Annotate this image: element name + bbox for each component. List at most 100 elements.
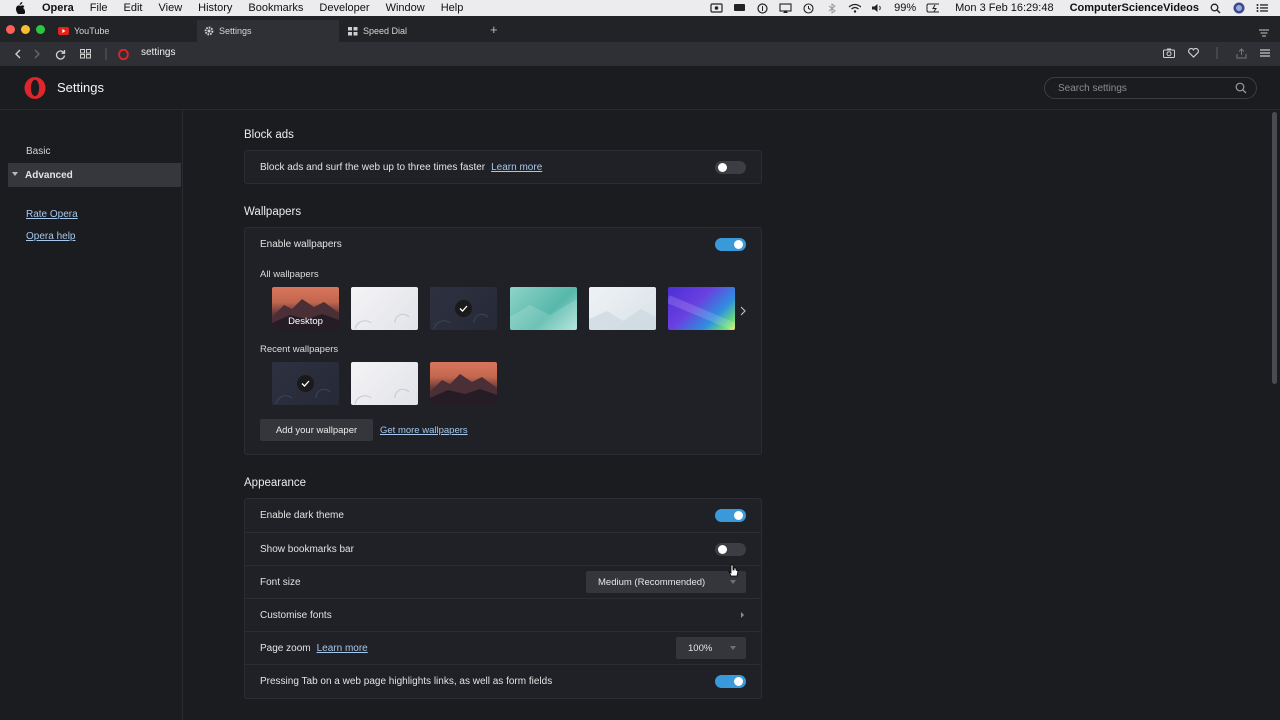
appearance-card: Enable dark theme Show bookmarks bar Fon… xyxy=(244,498,762,699)
menu-clock[interactable]: Mon 3 Feb 16:29:48 xyxy=(955,2,1053,14)
wallpapers-heading: Wallpapers xyxy=(244,206,302,218)
chevron-right-icon xyxy=(741,612,744,618)
close-window-icon[interactable] xyxy=(6,25,15,34)
battery-icon[interactable] xyxy=(926,3,940,14)
recent-wallpaper-desktop[interactable] xyxy=(430,362,497,405)
screen-record-icon[interactable] xyxy=(710,3,723,14)
address-bar: settings xyxy=(0,42,1280,66)
customise-fonts-row[interactable]: Customise fonts xyxy=(245,598,761,631)
search-settings-input[interactable]: Search settings xyxy=(1044,77,1257,99)
spotlight-search-icon[interactable] xyxy=(1209,3,1222,14)
menu-file[interactable]: File xyxy=(90,2,108,14)
recent-wallpaper-light[interactable] xyxy=(351,362,418,405)
bookmarks-bar-toggle[interactable] xyxy=(715,542,746,556)
zoom-window-icon[interactable] xyxy=(36,25,45,34)
bluetooth-icon[interactable] xyxy=(825,2,838,14)
mouse-cursor-icon xyxy=(728,564,740,583)
enable-wallpapers-row: Enable wallpapers xyxy=(245,228,761,261)
customise-fonts-label: Customise fonts xyxy=(260,609,332,621)
window-controls xyxy=(6,25,45,34)
block-ads-toggle[interactable] xyxy=(715,161,746,174)
tabs-grid-icon[interactable] xyxy=(77,46,93,62)
font-size-select[interactable]: Medium (Recommended) xyxy=(586,571,746,593)
settings-sidebar: Basic Advanced Rate Opera Opera help xyxy=(0,110,183,720)
page-zoom-value: 100% xyxy=(688,642,713,654)
sidebar-item-basic[interactable]: Basic xyxy=(26,146,50,157)
apple-icon[interactable] xyxy=(14,2,26,14)
recent-wallpaper-dark-selected[interactable] xyxy=(272,362,339,405)
airplay-icon[interactable] xyxy=(779,2,792,14)
sidebar-item-label: Advanced xyxy=(25,169,73,181)
tab-strip: YouTube Settings Speed Dial + xyxy=(0,16,1280,42)
message-icon[interactable] xyxy=(733,3,746,14)
reload-icon[interactable] xyxy=(52,46,68,62)
page-zoom-select[interactable]: 100% xyxy=(676,637,746,659)
wallpaper-thumbnail-gradient[interactable] xyxy=(668,287,735,330)
opera-site-icon xyxy=(115,46,131,62)
camera-snapshot-icon[interactable] xyxy=(1162,46,1176,60)
block-ads-row: Block ads and surf the web up to three t… xyxy=(245,151,761,184)
rate-opera-link[interactable]: Rate Opera xyxy=(26,209,78,220)
get-more-wallpapers-link[interactable]: Get more wallpapers xyxy=(380,425,468,436)
tab-highlight-toggle[interactable] xyxy=(715,674,746,688)
dark-theme-toggle[interactable] xyxy=(715,509,746,522)
chevron-right-icon[interactable] xyxy=(740,303,746,321)
wallpaper-thumbnail-light[interactable] xyxy=(351,287,418,330)
page-scrollbar[interactable] xyxy=(1272,112,1277,384)
menu-bookmarks[interactable]: Bookmarks xyxy=(248,2,303,14)
opera-help-link[interactable]: Opera help xyxy=(26,231,75,242)
page-zoom-row: Page zoom Learn more 100% xyxy=(245,631,761,664)
block-ads-card: Block ads and surf the web up to three t… xyxy=(244,150,762,184)
wifi-icon[interactable] xyxy=(848,3,862,14)
search-icon[interactable] xyxy=(1235,82,1247,94)
gear-icon xyxy=(203,26,214,36)
easy-setup-menu-icon[interactable] xyxy=(1258,46,1272,60)
menu-window[interactable]: Window xyxy=(386,2,425,14)
time-machine-icon[interactable] xyxy=(802,2,815,14)
tab-highlight-row: Pressing Tab on a web page highlights li… xyxy=(245,664,761,697)
wallpaper-thumbnail-desktop[interactable]: Desktop xyxy=(272,287,339,330)
tab-speed-dial[interactable]: Speed Dial xyxy=(341,20,485,42)
block-ads-learn-more-link[interactable]: Learn more xyxy=(491,162,542,173)
wallpaper-thumbnail-teal[interactable] xyxy=(510,287,577,330)
accessibility-icon[interactable] xyxy=(756,2,769,14)
enable-wallpapers-label: Enable wallpapers xyxy=(260,239,342,250)
menu-username[interactable]: ComputerScienceVideos xyxy=(1070,2,1199,14)
menu-developer[interactable]: Developer xyxy=(319,2,369,14)
back-icon[interactable] xyxy=(10,46,26,62)
address-url[interactable]: settings xyxy=(141,47,175,58)
notification-center-icon[interactable] xyxy=(1255,3,1268,14)
menu-view[interactable]: View xyxy=(159,2,183,14)
menu-edit[interactable]: Edit xyxy=(124,2,143,14)
forward-icon[interactable] xyxy=(29,46,45,62)
tab-label: YouTube xyxy=(74,26,110,36)
chevron-down-icon xyxy=(730,646,736,650)
page-zoom-label: Page zoom xyxy=(260,642,311,654)
new-tab-plus-icon[interactable]: + xyxy=(490,22,498,37)
share-icon[interactable] xyxy=(1234,46,1248,60)
tab-settings[interactable]: Settings xyxy=(197,20,339,42)
search-placeholder: Search settings xyxy=(1058,82,1127,94)
wallpaper-thumbnail-pale[interactable] xyxy=(589,287,656,330)
siri-icon[interactable] xyxy=(1232,2,1245,14)
block-ads-label: Block ads and surf the web up to three t… xyxy=(260,162,486,173)
bookmarks-bar-label: Show bookmarks bar xyxy=(260,543,354,555)
menu-app-name[interactable]: Opera xyxy=(42,2,74,14)
tab-highlight-label: Pressing Tab on a web page highlights li… xyxy=(260,675,553,687)
wallpaper-thumbnail-dark-selected[interactable] xyxy=(430,287,497,330)
minimize-window-icon[interactable] xyxy=(21,25,30,34)
heart-bookmark-icon[interactable] xyxy=(1186,46,1200,60)
menu-help[interactable]: Help xyxy=(441,2,464,14)
enable-wallpapers-toggle[interactable] xyxy=(715,238,746,251)
triangle-down-icon xyxy=(12,172,18,176)
tab-menu-icon[interactable] xyxy=(1258,25,1270,37)
grid-icon xyxy=(347,26,358,36)
dark-theme-label: Enable dark theme xyxy=(260,510,344,521)
page-zoom-learn-more-link[interactable]: Learn more xyxy=(317,643,368,654)
volume-icon[interactable] xyxy=(871,3,884,14)
add-wallpaper-button[interactable]: Add your wallpaper xyxy=(260,419,373,441)
sidebar-item-advanced[interactable]: Advanced xyxy=(8,163,181,187)
menu-history[interactable]: History xyxy=(198,2,232,14)
tab-youtube[interactable]: YouTube xyxy=(52,20,196,42)
appearance-heading: Appearance xyxy=(244,477,307,489)
